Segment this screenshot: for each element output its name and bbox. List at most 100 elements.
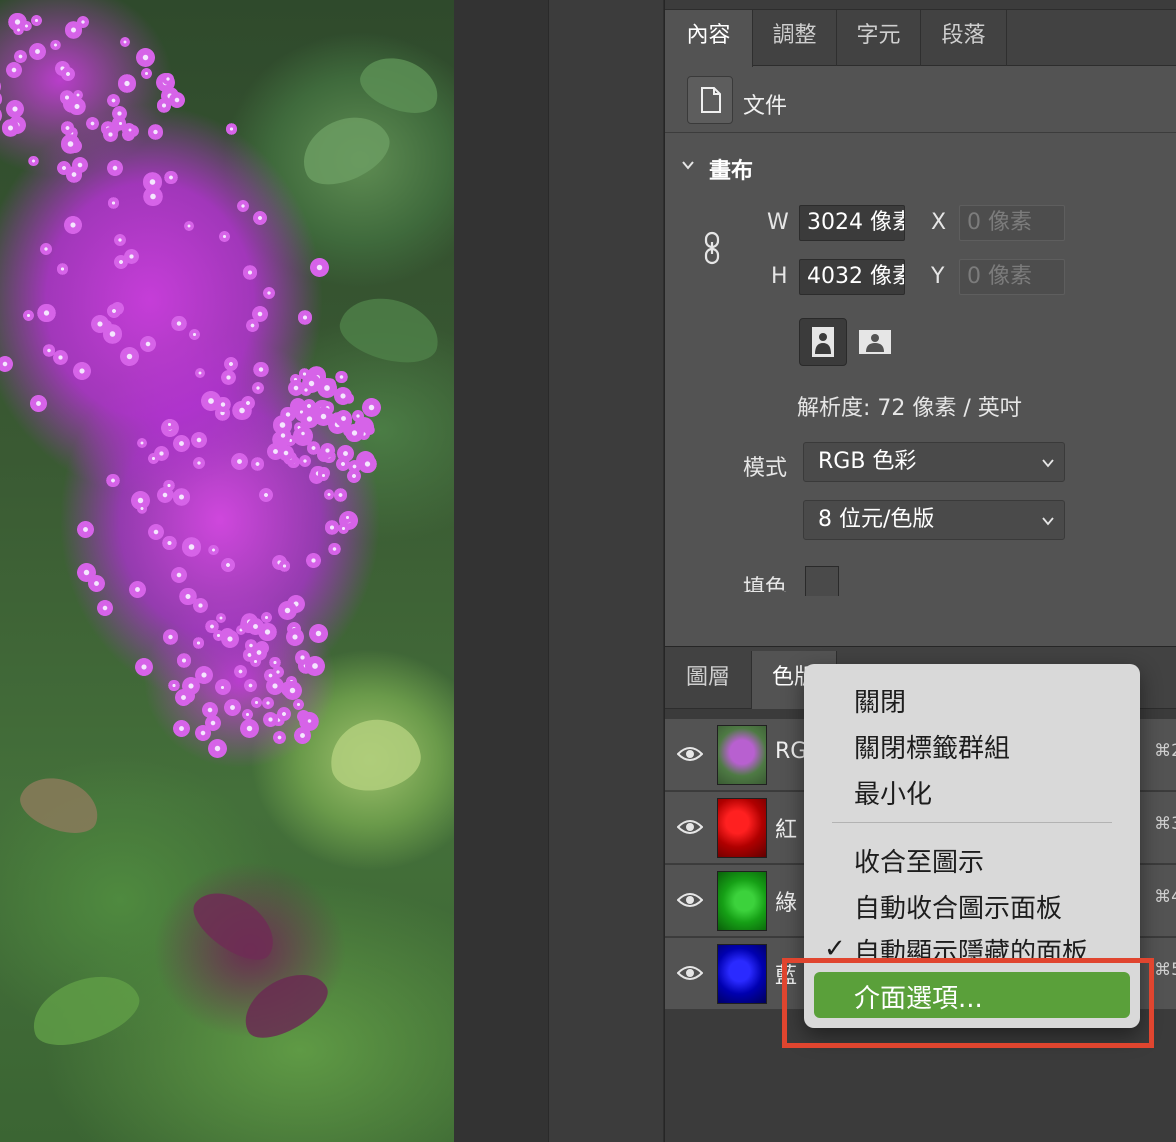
tab-properties[interactable]: 內容: [665, 10, 753, 67]
flower: [358, 454, 378, 474]
flower: [105, 473, 120, 488]
flower: [225, 123, 238, 135]
flower: [56, 263, 69, 275]
resolution-text: 解析度: 72 像素 / 英吋: [797, 396, 1022, 421]
menu-item-close[interactable]: 關閉: [854, 682, 906, 719]
flower: [124, 124, 135, 136]
flower: [170, 566, 188, 584]
flower: [72, 156, 89, 174]
flower: [191, 432, 207, 448]
flower: [117, 74, 137, 94]
eye-icon[interactable]: [677, 745, 703, 763]
flower: [13, 24, 24, 35]
flower: [278, 560, 291, 572]
flower: [106, 94, 120, 108]
flower: [317, 469, 329, 481]
link-dimensions-icon[interactable]: [701, 230, 723, 266]
flower: [182, 677, 201, 696]
landscape-icon: [859, 330, 891, 354]
portrait-orientation-button[interactable]: [799, 318, 847, 366]
flower: [60, 134, 81, 154]
flower: [137, 503, 148, 514]
panel-header-strip: [665, 0, 1176, 10]
flower: [297, 310, 313, 325]
x-label: X: [931, 210, 947, 235]
eye-icon[interactable]: [677, 964, 703, 982]
canvas-photo[interactable]: [0, 0, 454, 1142]
flower: [86, 117, 100, 131]
flower: [243, 265, 258, 280]
eye-icon[interactable]: [677, 818, 703, 836]
flower: [171, 315, 187, 332]
leaf: [324, 712, 426, 798]
eye-icon[interactable]: [677, 891, 703, 909]
landscape-orientation-button[interactable]: [851, 318, 899, 366]
tab-paragraph[interactable]: 段落: [921, 10, 1007, 66]
menu-item-auto-collapse-icon-panels[interactable]: 自動收合圖示面板: [854, 888, 1062, 925]
x-field[interactable]: 0 像素: [959, 205, 1065, 241]
flower: [314, 406, 334, 426]
flower: [282, 680, 303, 701]
flower: [259, 487, 274, 502]
flower: [39, 243, 52, 255]
fill-label: 填色: [743, 576, 788, 592]
flower: [29, 42, 47, 60]
flower: [328, 542, 341, 556]
flower: [114, 233, 127, 246]
menu-item-close-tab-group[interactable]: 關閉標籤群組: [854, 728, 1010, 765]
flower: [233, 665, 247, 679]
flower: [6, 99, 24, 118]
flower: [223, 356, 238, 372]
height-field[interactable]: 4032 像素: [799, 259, 905, 295]
color-mode-select[interactable]: RGB 色彩: [803, 442, 1065, 482]
flower: [91, 315, 109, 333]
flower: [5, 61, 22, 78]
document-label: 文件: [743, 94, 788, 119]
flower: [162, 535, 178, 551]
bit-depth-select[interactable]: 8 位元/色版: [803, 500, 1065, 540]
tab-character[interactable]: 字元: [837, 10, 921, 66]
menu-item-collapse-to-icons[interactable]: 收合至圖示: [854, 842, 984, 879]
flower: [128, 580, 146, 598]
flower: [333, 386, 352, 405]
flower: [164, 170, 178, 185]
width-field[interactable]: 3024 像素: [799, 205, 905, 241]
flower: [173, 488, 191, 506]
flower: [68, 97, 86, 116]
menu-item-auto-show-hidden-panels[interactable]: 自動顯示隱藏的面板: [854, 932, 1088, 958]
properties-panel: 內容 調整 字元 段落 文件 畫布 W 3024 像素 X 0 像素 H 403…: [664, 0, 1176, 646]
canvas-section-title[interactable]: 畫布: [709, 153, 753, 185]
flower: [302, 714, 316, 728]
divider: [665, 132, 1176, 133]
y-field[interactable]: 0 像素: [959, 259, 1065, 295]
channel-thumbnail: [717, 944, 767, 1004]
document-icon-button[interactable]: [687, 76, 733, 124]
tab-adjustments[interactable]: 調整: [753, 10, 837, 66]
fill-color-swatch[interactable]: [805, 566, 839, 596]
menu-item-minimize[interactable]: 最小化: [854, 774, 932, 811]
flower: [107, 160, 123, 177]
flower: [30, 395, 47, 412]
chevron-down-icon[interactable]: [681, 158, 695, 172]
channel-shortcut: ⌘2: [1154, 741, 1176, 761]
flower: [172, 719, 191, 737]
flower: [102, 127, 118, 143]
tab-layers[interactable]: 圖層: [665, 651, 751, 709]
flower: [28, 155, 39, 167]
flower: [224, 699, 242, 716]
flower: [298, 455, 311, 468]
flower: [148, 452, 160, 464]
height-label: H: [771, 264, 788, 289]
flower: [251, 381, 265, 395]
flower: [30, 14, 42, 26]
flower: [250, 655, 262, 667]
flower: [148, 524, 165, 541]
chevron-down-icon: [1042, 459, 1054, 468]
panel-dock-gutter: [548, 0, 663, 1142]
flower: [73, 362, 91, 381]
flower: [309, 624, 328, 643]
flower: [192, 637, 205, 649]
flower: [253, 361, 269, 378]
mode-label: 模式: [743, 456, 788, 481]
flower: [193, 598, 209, 614]
